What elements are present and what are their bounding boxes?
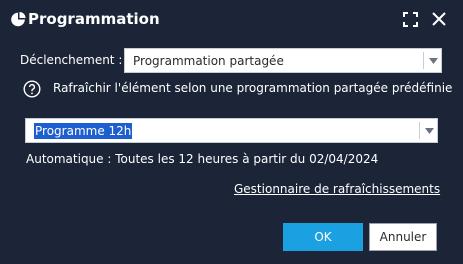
chevron-down-icon[interactable] bbox=[429, 58, 438, 64]
help-text: Rafraîchir l'élément selon une programma… bbox=[53, 81, 453, 95]
question-circle-icon bbox=[23, 80, 41, 98]
cancel-button[interactable]: Annuler bbox=[369, 223, 437, 251]
schedule-description: Automatique : Toutes les 12 heures à par… bbox=[26, 152, 379, 166]
chevron-down-icon[interactable] bbox=[425, 128, 434, 134]
app-icon bbox=[11, 12, 26, 27]
dialog-title: Programmation bbox=[28, 10, 160, 28]
trigger-select[interactable]: Programmation partagée bbox=[124, 48, 442, 73]
trigger-select-value: Programmation partagée bbox=[133, 54, 284, 68]
schedule-select[interactable]: Programme 12h bbox=[25, 118, 438, 143]
programmation-dialog: Programmation Déclenchement : Programmat… bbox=[1, 1, 462, 262]
close-icon[interactable] bbox=[432, 12, 446, 26]
ok-button[interactable]: OK bbox=[283, 223, 363, 251]
title-bar: Programmation bbox=[1, 1, 462, 39]
schedule-select-value: Programme 12h bbox=[34, 123, 133, 139]
expand-icon[interactable] bbox=[403, 12, 418, 27]
select-separator bbox=[419, 122, 420, 139]
select-separator bbox=[423, 52, 424, 69]
trigger-label: Déclenchement : bbox=[20, 53, 123, 67]
refresh-manager-link[interactable]: Gestionnaire de rafraîchissements bbox=[234, 182, 440, 196]
